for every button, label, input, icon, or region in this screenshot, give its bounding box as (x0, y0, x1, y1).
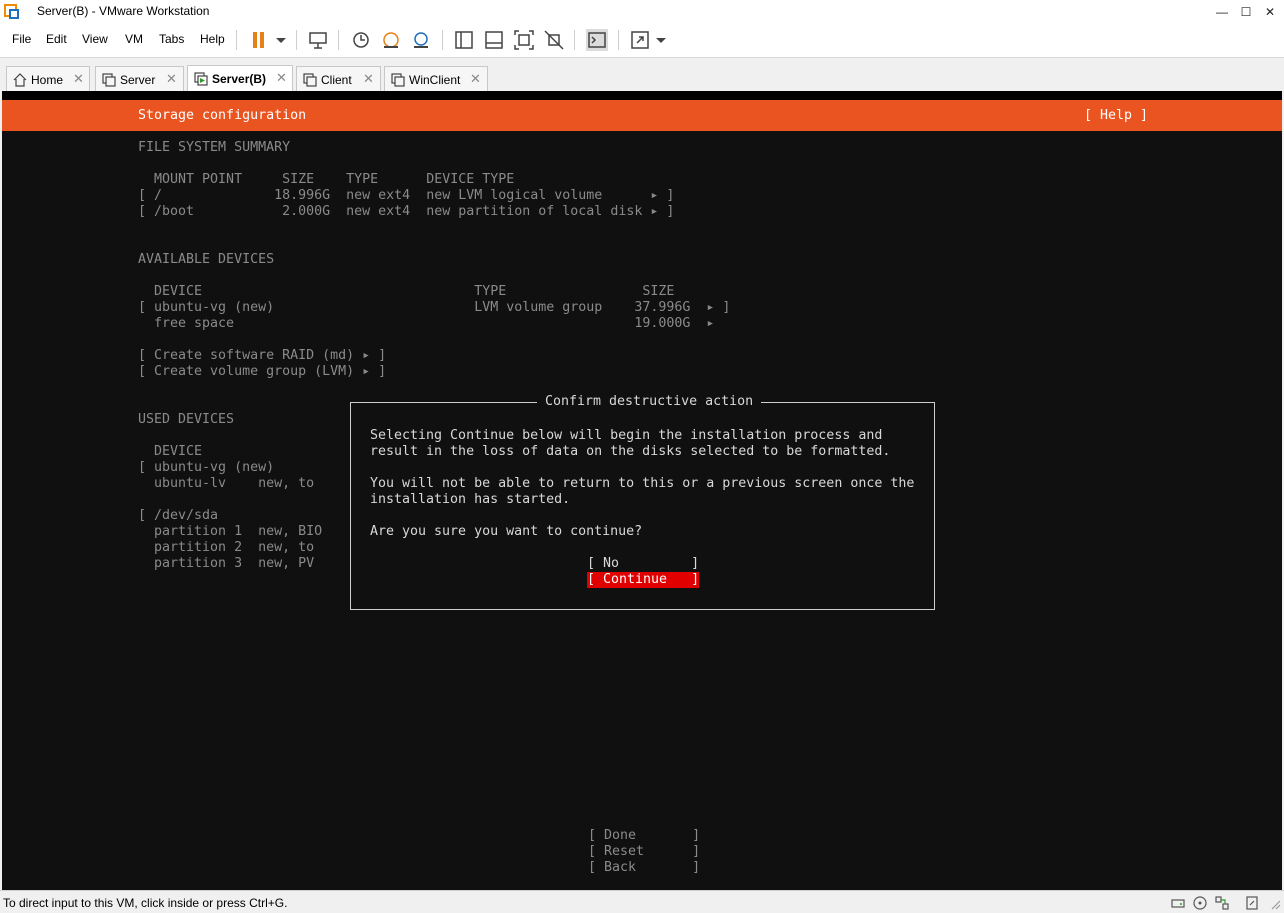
dropdown-icon[interactable] (650, 29, 672, 51)
tab-close-icon[interactable]: ✕ (276, 70, 287, 86)
no-button[interactable]: [ No ] (587, 556, 699, 572)
message-log-icon[interactable] (1244, 895, 1260, 911)
used-device-line: partition 3 new, PV (138, 556, 315, 571)
dialog-text: Selecting Continue below will begin the … (370, 428, 883, 443)
dialog-text: You will not be able to return to this o… (370, 476, 915, 491)
tab-server-b[interactable]: Server(B) ✕ (187, 65, 293, 92)
dialog-text: result in the loss of data on the disks … (370, 444, 891, 459)
vm-console[interactable]: Storage configuration [ Help ] FILE SYST… (2, 91, 1282, 890)
create-raid-button[interactable]: [ Create software RAID (md) ▸ ] (138, 348, 386, 364)
dialog-title: Confirm destructive action (537, 394, 762, 410)
installer-header: Storage configuration [ Help ] (2, 100, 1282, 131)
revert-snapshot-icon[interactable] (380, 29, 402, 51)
minimize-button[interactable]: — (1209, 2, 1235, 22)
thumbnail-icon[interactable] (483, 29, 505, 51)
dialog-text: installation has started. (370, 492, 571, 507)
title-bar: Server(B) - VMware Workstation — ☐ ✕ (0, 0, 1284, 24)
menu-view[interactable]: View (82, 32, 108, 46)
fs-summary-columns: MOUNT POINT SIZE TYPE DEVICE TYPE (138, 172, 515, 187)
used-device-line[interactable]: [ /dev/sda (138, 508, 218, 524)
reset-button[interactable]: [ Reset ] (588, 844, 700, 860)
used-device-line[interactable]: [ ubuntu-vg (new) (138, 460, 274, 476)
installer-title: Storage configuration (138, 108, 307, 123)
fs-summary-row[interactable]: [ / 18.996G new ext4 new LVM logical vol… (138, 188, 674, 204)
menu-vm[interactable]: VM (125, 32, 143, 46)
used-device-line: partition 2 new, to (138, 540, 315, 555)
tab-winclient[interactable]: WinClient ✕ (384, 66, 488, 92)
menu-edit[interactable]: Edit (46, 32, 67, 46)
home-icon (13, 73, 27, 87)
available-device-row[interactable]: [ ubuntu-vg (new) LVM volume group 37.99… (138, 300, 730, 316)
stretch-icon[interactable] (629, 29, 651, 51)
fs-summary-row[interactable]: [ /boot 2.000G new ext4 new partition of… (138, 204, 674, 220)
fullscreen-icon[interactable] (513, 29, 535, 51)
vm-icon (102, 73, 116, 87)
pause-icon[interactable] (248, 29, 270, 51)
resize-grip-icon[interactable] (1266, 895, 1282, 911)
available-columns: DEVICE TYPE SIZE (138, 284, 675, 299)
tab-close-icon[interactable]: ✕ (470, 71, 481, 87)
network-adapter-icon[interactable] (1214, 895, 1230, 911)
library-icon[interactable] (453, 29, 475, 51)
window-title: Server(B) - VMware Workstation (37, 4, 210, 18)
tab-close-icon[interactable]: ✕ (73, 71, 84, 87)
snapshot-manager-icon[interactable] (410, 29, 432, 51)
tab-strip: Home ✕ Server ✕ Server(B) ✕ Client ✕ Win… (0, 57, 1284, 92)
back-button[interactable]: [ Back ] (588, 860, 700, 876)
send-keys-icon[interactable] (307, 29, 329, 51)
unity-icon[interactable] (543, 29, 565, 51)
help-button[interactable]: [ Help ] (1084, 108, 1148, 124)
tab-label: Client (321, 73, 352, 87)
continue-button[interactable]: [ Continue ] (587, 572, 700, 588)
available-device-row[interactable]: free space 19.000G ▸ (138, 316, 714, 332)
status-bar: To direct input to this VM, click inside… (0, 890, 1284, 913)
menu-file[interactable]: File (12, 32, 31, 46)
tab-home[interactable]: Home ✕ (6, 66, 90, 92)
tab-client[interactable]: Client ✕ (296, 66, 381, 92)
menu-help[interactable]: Help (200, 32, 225, 46)
used-device-line: DEVICE (138, 444, 203, 459)
fs-summary-heading: FILE SYSTEM SUMMARY (138, 140, 291, 155)
vm-icon (303, 73, 317, 87)
vm-icon (391, 73, 405, 87)
tab-server[interactable]: Server ✕ (95, 66, 184, 92)
dropdown-icon[interactable] (270, 29, 292, 51)
vmware-logo-icon (4, 4, 19, 19)
console-icon[interactable] (586, 29, 608, 51)
create-vg-button[interactable]: [ Create volume group (LVM) ▸ ] (138, 364, 386, 380)
used-devices-heading: USED DEVICES (138, 412, 235, 427)
menu-toolbar: File Edit View VM Tabs Help (0, 24, 1284, 57)
hard-disk-icon[interactable] (1170, 895, 1186, 911)
available-devices-heading: AVAILABLE DEVICES (138, 252, 275, 267)
dialog-question: Are you sure you want to continue? (370, 524, 643, 539)
used-device-line: partition 1 new, BIO (138, 524, 323, 539)
tab-close-icon[interactable]: ✕ (363, 71, 374, 87)
tab-label: Home (31, 73, 64, 87)
tab-label: Server (120, 73, 156, 87)
confirm-dialog: Confirm destructive action Selecting Con… (350, 394, 935, 610)
cd-drive-icon[interactable] (1192, 895, 1208, 911)
tab-label: Server(B) (212, 72, 267, 86)
done-button[interactable]: [ Done ] (588, 828, 700, 844)
tab-close-icon[interactable]: ✕ (166, 71, 177, 87)
status-text: To direct input to this VM, click inside… (3, 896, 288, 910)
maximize-button[interactable]: ☐ (1233, 2, 1259, 22)
tab-label: WinClient (409, 73, 461, 87)
used-device-line: ubuntu-lv new, to (138, 476, 315, 491)
snapshot-icon[interactable] (350, 29, 372, 51)
close-button[interactable]: ✕ (1257, 2, 1283, 22)
menu-tabs[interactable]: Tabs (159, 32, 184, 46)
vm-running-icon (194, 72, 208, 86)
